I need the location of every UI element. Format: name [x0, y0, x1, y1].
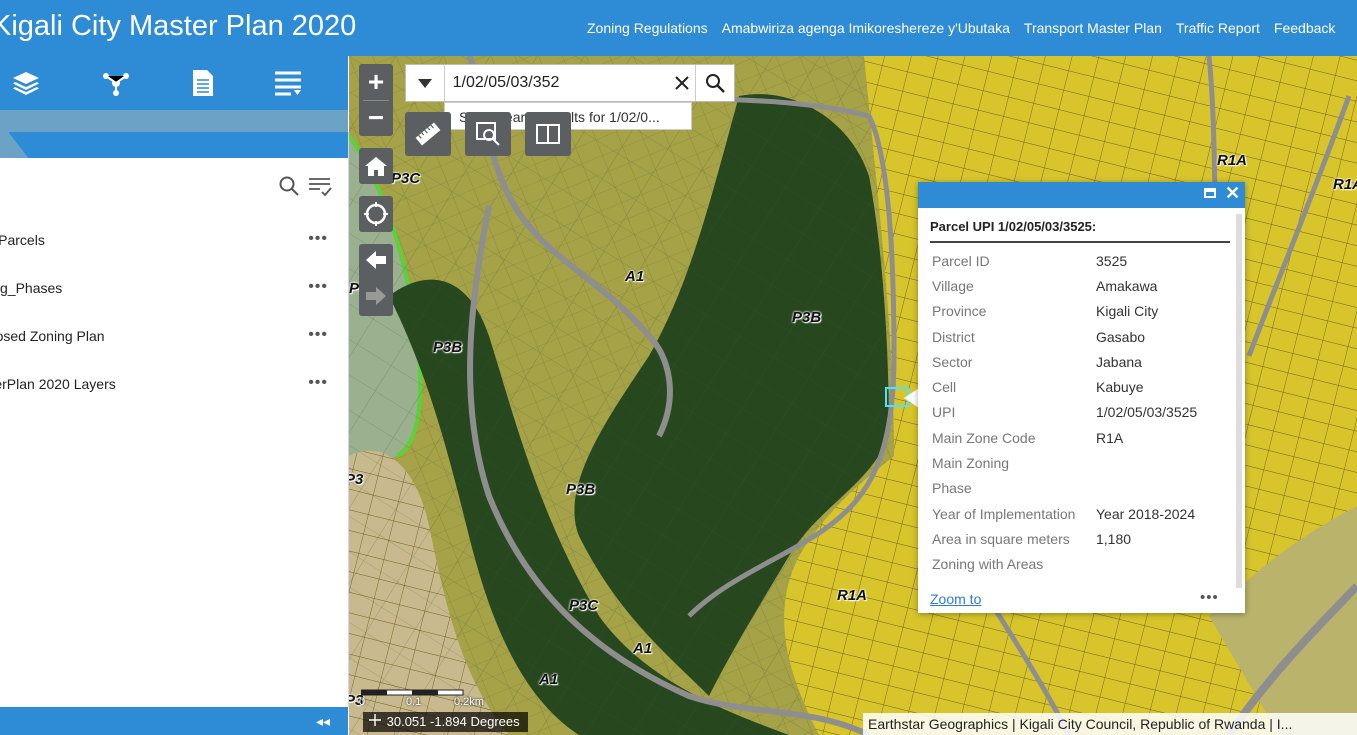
widget-toolbar — [0, 56, 348, 110]
home-icon[interactable] — [359, 148, 393, 184]
scale-label: 0.1 — [406, 696, 422, 708]
zoom-select-icon[interactable] — [465, 112, 511, 156]
crosshair-icon — [367, 712, 383, 732]
zone-label: P3C — [391, 170, 421, 187]
scale-label: 0 — [359, 696, 366, 708]
coordinates-text: 30.051 -1.894 Degrees — [386, 714, 520, 729]
field-sector: Sector Jabana — [932, 354, 1142, 370]
field-cell: Cell Kabuye — [932, 379, 1144, 395]
caret-down-icon — [417, 78, 432, 88]
layer-item-proposed-zoning-plan[interactable]: Proposed Zoning Plan ••• — [0, 324, 340, 350]
network-icon[interactable] — [100, 68, 132, 98]
layer-label: Zoning_Phases — [0, 280, 63, 296]
maximize-icon[interactable] — [1204, 188, 1216, 198]
layers-icon[interactable] — [10, 68, 42, 98]
zone-label: R1A — [1333, 176, 1357, 193]
zone-label: P3B — [433, 339, 463, 356]
popup-divider — [930, 241, 1230, 243]
search-icon[interactable] — [278, 175, 300, 202]
field-main-zone-code: Main Zone Code R1A — [932, 430, 1124, 446]
panel-tools — [278, 175, 332, 202]
layer-options-button[interactable]: ••• — [308, 326, 328, 344]
arrow-left-icon[interactable] — [365, 250, 387, 275]
field-area: Area in square meters 1,180 — [932, 531, 1132, 547]
nav-amabwiriza[interactable]: Amabwiriza agenga Imikoreshereze y'Ubuta… — [722, 20, 1010, 36]
panel-tab — [0, 132, 348, 158]
search-input[interactable] — [444, 66, 668, 100]
field-parcel-id: Parcel ID 3525 — [932, 253, 1128, 269]
zone-label: A1 — [625, 268, 645, 285]
layer-options-button[interactable]: ••• — [308, 230, 328, 248]
layer-label: MasterPlan 2020 Layers — [0, 376, 116, 392]
layer-label: Kigali Parcels — [0, 232, 45, 248]
field-upi: UPI 1/02/05/03/3525 — [932, 404, 1198, 420]
document-icon[interactable] — [187, 68, 219, 98]
search-source-dropdown[interactable] — [406, 65, 445, 101]
layer-options-button[interactable]: ••• — [308, 374, 328, 392]
field-main-zoning: Main Zoning — [932, 455, 1010, 471]
field-zoning-with-areas: Zoning with Areas — [932, 556, 1044, 572]
top-nav: Zoning Regulations Amabwiriza agenga Imi… — [587, 20, 1335, 36]
layer-item-kigali-parcels[interactable]: Kigali Parcels ••• — [0, 228, 340, 254]
field-village: Village Amakawa — [932, 278, 1158, 294]
nav-zoning-regulations[interactable]: Zoning Regulations — [587, 20, 708, 36]
zone-label: P3B — [792, 309, 822, 326]
panel-header-band — [0, 110, 348, 132]
search-widget — [405, 64, 735, 102]
ruler-icon[interactable] — [405, 112, 451, 156]
field-province: Province Kigali City — [932, 303, 1159, 319]
nav-traffic-report[interactable]: Traffic Report — [1176, 20, 1260, 36]
zone-label: R1A — [837, 587, 868, 604]
map-attribution: Earthstar Geographics | Kigali City Coun… — [863, 713, 1357, 735]
zone-label: A1 — [539, 671, 559, 688]
field-year-of-implementation: Year of Implementation Year 2018-2024 — [932, 506, 1196, 522]
field-district: District Gasabo — [932, 329, 1146, 345]
zoom-to-link[interactable]: Zoom to — [930, 591, 981, 607]
filter-list-icon[interactable] — [308, 175, 332, 202]
list-icon[interactable] — [272, 68, 304, 98]
field-phase: Phase — [932, 480, 972, 496]
popup-header: ✕ — [918, 182, 1245, 208]
arrow-right-icon[interactable] — [365, 286, 387, 311]
popup-title: Parcel UPI 1/02/05/03/3525: — [930, 219, 1097, 234]
parcel-popup: ✕ Parcel UPI 1/02/05/03/3525: Parcel ID 3… — [918, 182, 1245, 613]
nav-transport-master-plan[interactable]: Transport Master Plan — [1024, 20, 1162, 36]
zoom-in-button[interactable]: + — [359, 64, 393, 100]
scale-label: 0.2km — [454, 696, 484, 708]
zone-label: P3 — [349, 471, 364, 488]
zone-label: A1 — [633, 640, 653, 657]
zone-label: P3C — [569, 597, 599, 614]
zoom-control: + − — [359, 64, 393, 136]
zoom-out-button[interactable]: − — [359, 100, 393, 136]
zone-label: P3B — [566, 481, 596, 498]
collapse-panel-button[interactable]: ◂◂ — [316, 713, 330, 730]
layer-item-masterplan-2020-layers[interactable]: MasterPlan 2020 Layers ••• — [0, 372, 340, 398]
layer-list-panel: Kigali Parcels ••• Zoning_Phases ••• Pro… — [0, 132, 349, 707]
zone-label: R1A — [1217, 152, 1248, 169]
layer-options-button[interactable]: ••• — [308, 278, 328, 296]
coordinates-readout: 30.051 -1.894 Degrees — [363, 712, 528, 732]
layer-label: Proposed Zoning Plan — [0, 328, 105, 344]
app-title: Kigali City Master Plan 2020 — [0, 10, 357, 42]
app-header: Kigali City Master Plan 2020 Zoning Regu… — [0, 0, 1357, 56]
layer-item-zoning-phases[interactable]: Zoning_Phases ••• — [0, 276, 340, 302]
popup-pointer — [904, 388, 919, 408]
nav-feedback[interactable]: Feedback — [1274, 20, 1335, 36]
panel-footer: ◂◂ — [0, 707, 348, 735]
popup-more-button[interactable]: ••• — [1200, 589, 1219, 606]
close-icon[interactable]: ✕ — [1225, 183, 1240, 204]
locate-icon[interactable] — [359, 196, 393, 232]
clear-icon[interactable] — [668, 65, 696, 101]
search-icon[interactable] — [695, 65, 734, 101]
extent-navigation — [359, 244, 393, 316]
basemap-swipe-icon[interactable] — [525, 112, 571, 156]
